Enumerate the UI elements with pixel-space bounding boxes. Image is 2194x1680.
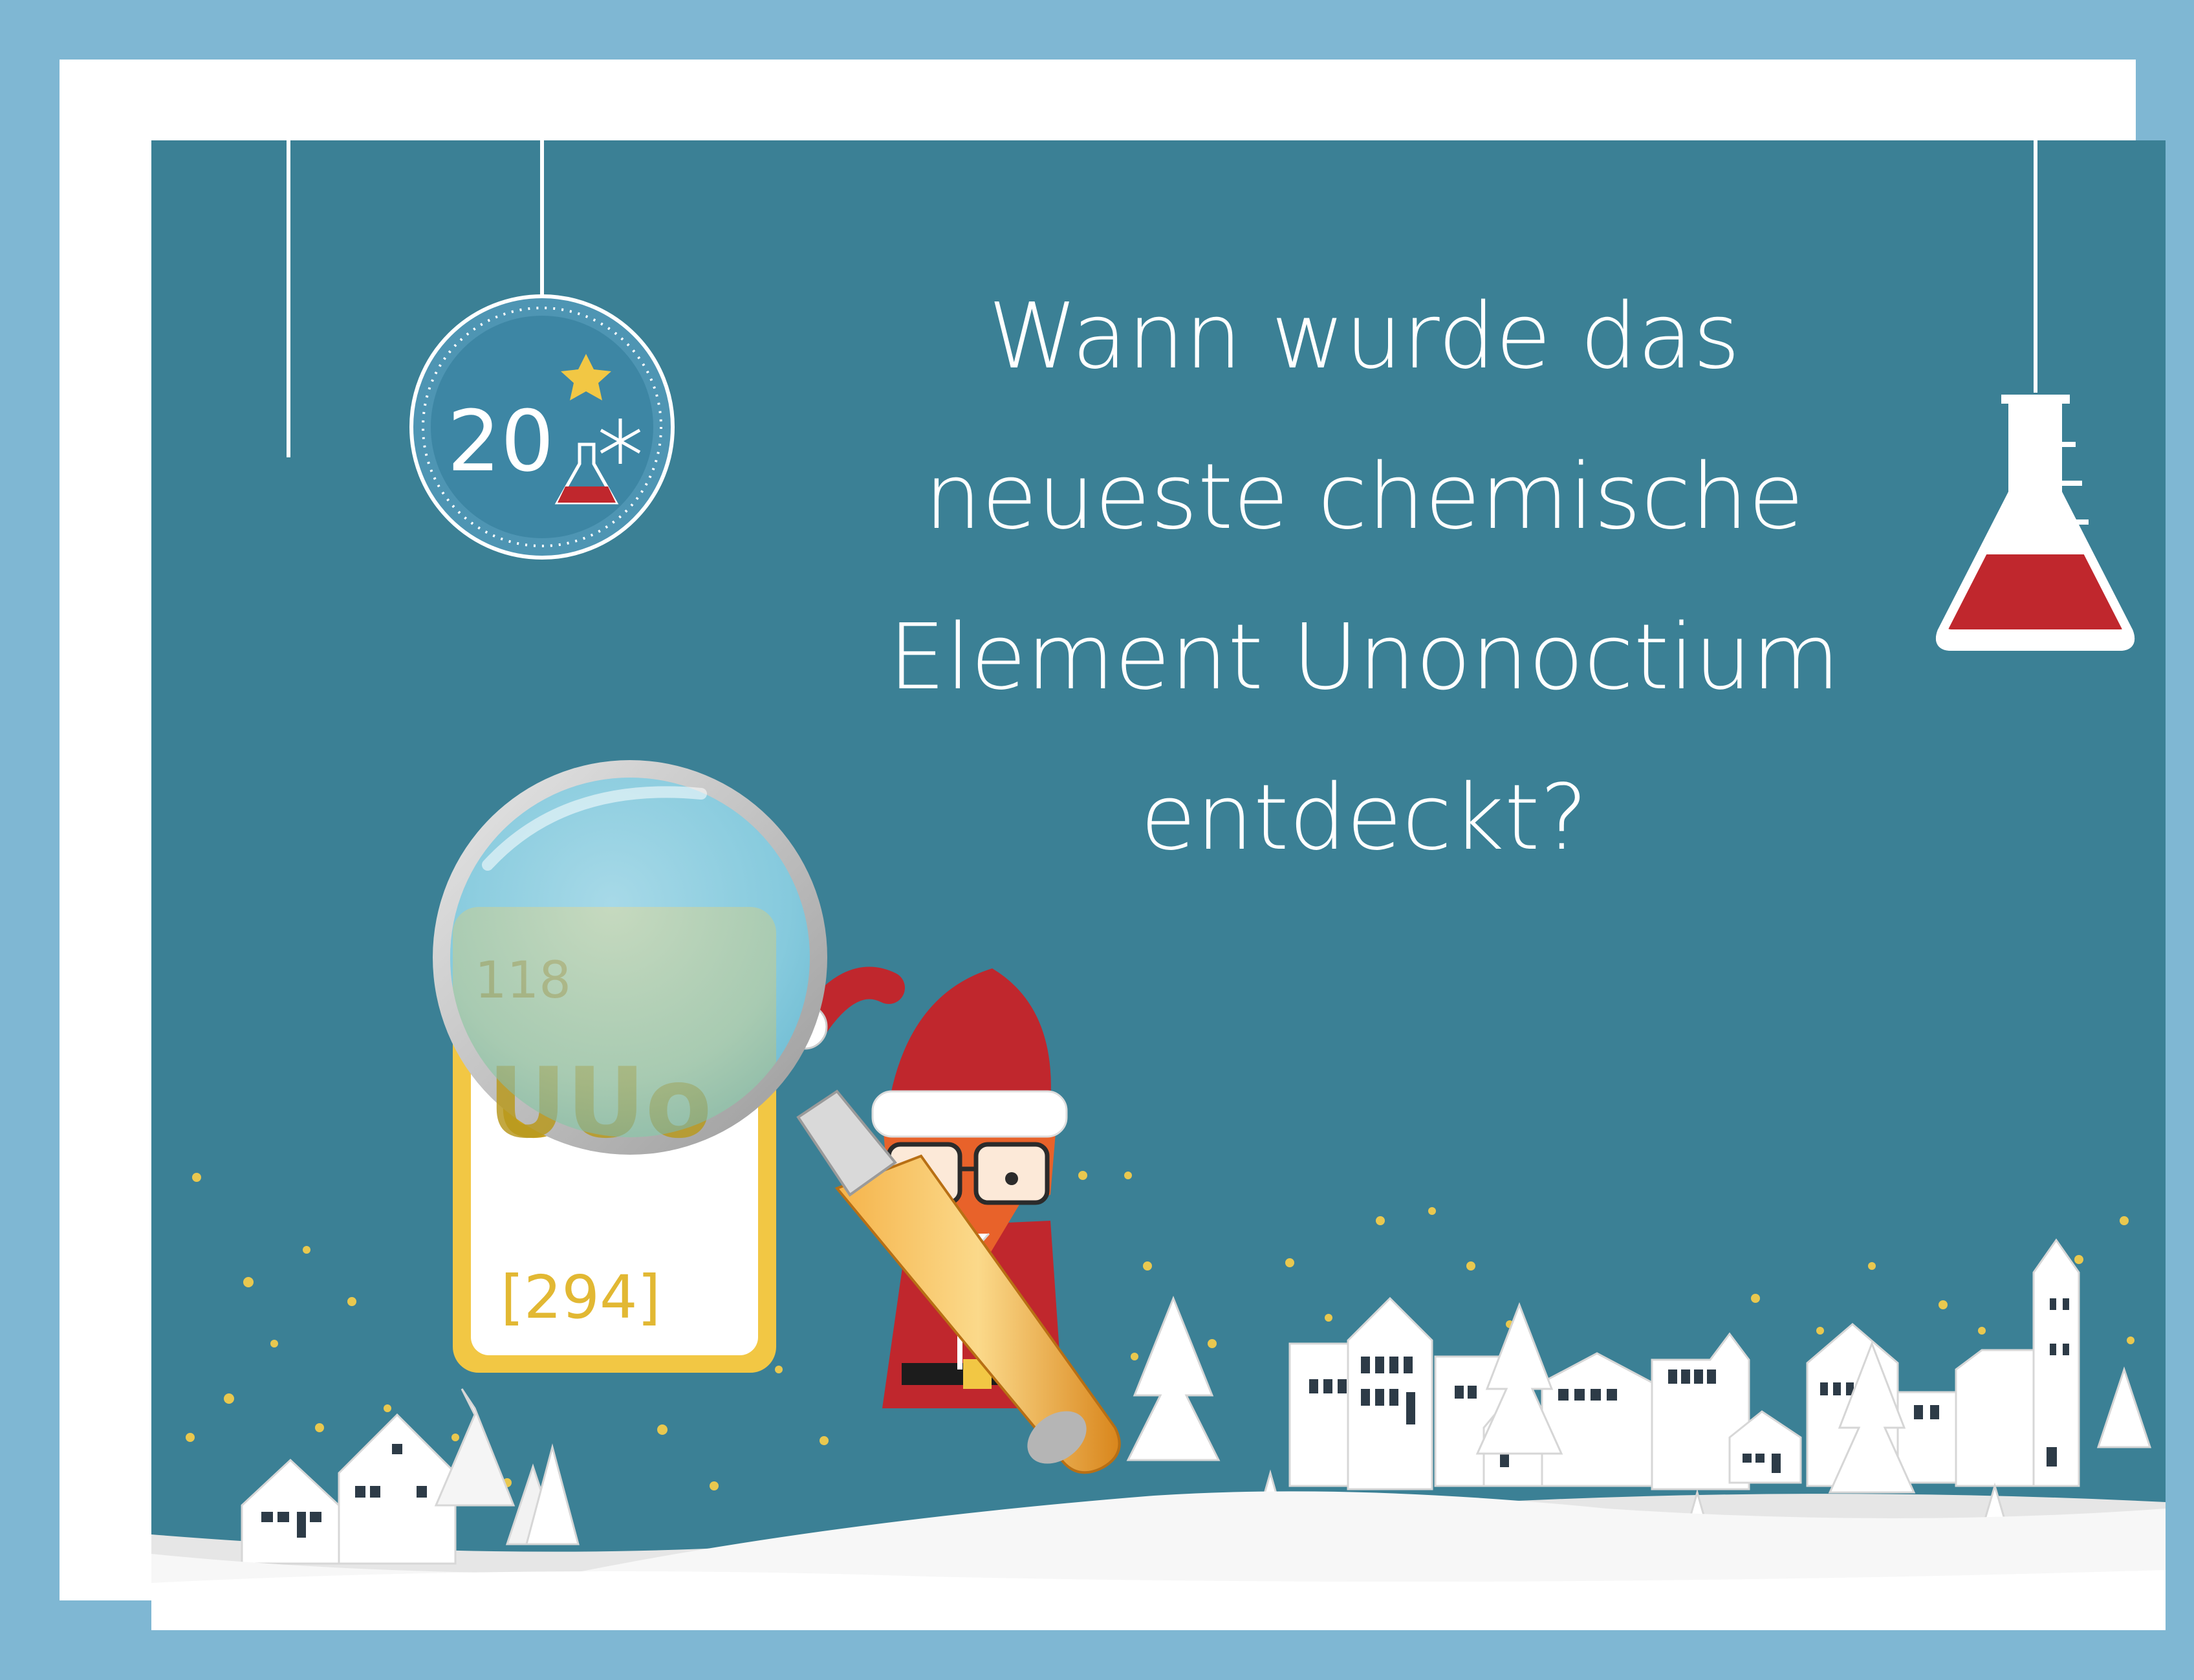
question-line-4: entdeckt? (1140, 765, 1588, 871)
scene-panel: 20 [294] Wann wurde das neueste chemisch… (151, 140, 2166, 1630)
white-frame: 20 [294] Wann wurde das neueste chemisch… (60, 60, 2166, 1630)
ornament-day-number: 20 (447, 392, 554, 490)
question-line-3: Element Unonoctium (888, 605, 1840, 710)
question-line-1: Wann wurde das (988, 284, 1741, 389)
element-mass: [294] (501, 1263, 660, 1332)
question-line-2: neueste chemische (924, 444, 1805, 550)
ornament-day-icon: 20 (409, 294, 675, 560)
question-title: Wann wurde das neueste chemische Element… (798, 257, 1930, 899)
